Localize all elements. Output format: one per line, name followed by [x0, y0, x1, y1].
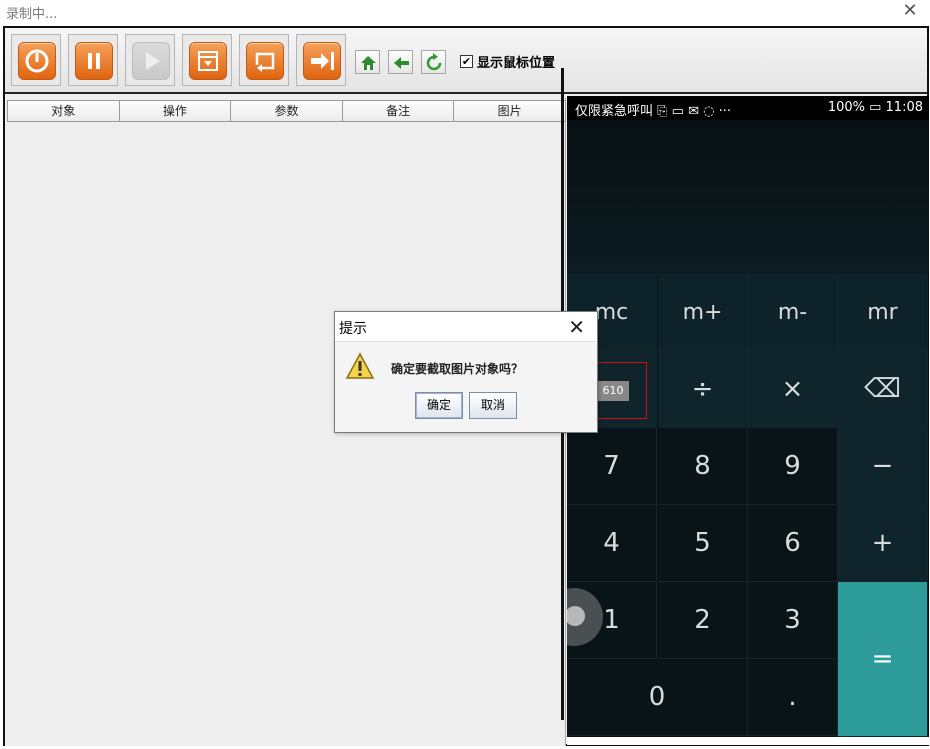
show-mouse-position-checkbox[interactable]: ✔ 显示鼠标位置 — [460, 52, 556, 71]
status-right-text: 100% ▭ 11:08 — [827, 100, 923, 115]
dialog-title: 提示 — [339, 321, 367, 337]
warning-icon — [345, 352, 375, 379]
status-left-text: 仅限紧急呼叫 ⎘ ▭ ✉ ◌ ··· — [575, 104, 731, 119]
show-mouse-position-label: 显示鼠标位置 — [477, 55, 556, 71]
power-button[interactable] — [11, 34, 61, 86]
key-divide[interactable]: ÷ — [658, 351, 748, 428]
key-5[interactable]: 5 — [658, 505, 748, 582]
key-7[interactable]: 7 — [567, 428, 657, 505]
refresh-button[interactable] — [421, 50, 446, 74]
phone-status-bar: 仅限紧急呼叫 ⎘ ▭ ✉ ◌ ··· 100% ▭ 11:08 — [567, 96, 929, 120]
key-equals[interactable]: = — [838, 582, 928, 737]
column-header-image[interactable]: 图片 — [454, 101, 565, 121]
refresh-icon — [426, 53, 442, 71]
phone-bottom-strip — [567, 737, 929, 745]
key-multiply[interactable]: × — [748, 351, 838, 428]
column-header-notes[interactable]: 备注 — [343, 101, 455, 121]
download-icon — [198, 51, 218, 71]
download-button[interactable] — [182, 34, 232, 86]
skip-end-button[interactable] — [296, 34, 346, 86]
loop-button[interactable] — [239, 34, 289, 86]
dialog-message: 确定要截取图片对象吗？ — [391, 362, 524, 376]
pause-icon — [88, 53, 100, 69]
key-6[interactable]: 6 — [748, 505, 838, 582]
key-3[interactable]: 3 — [748, 582, 838, 659]
phone-screen[interactable]: 仅限紧急呼叫 ⎘ ▭ ✉ ◌ ··· 100% ▭ 11:08 mc m+ m-… — [567, 96, 929, 737]
key-minus[interactable]: − — [838, 428, 928, 505]
window-titlebar: 录制中... ✕ — [0, 0, 930, 24]
loop-icon — [255, 52, 275, 72]
key-decimal[interactable]: . — [748, 659, 838, 736]
key-plus[interactable]: + — [838, 505, 928, 582]
window-title: 录制中... — [6, 7, 58, 22]
key-8[interactable]: 8 — [658, 428, 748, 505]
key-m-minus[interactable]: m- — [748, 274, 838, 351]
key-0[interactable]: 0 — [567, 659, 748, 736]
key-9[interactable]: 9 — [748, 428, 838, 505]
key-mr[interactable]: mr — [838, 274, 928, 351]
pause-button[interactable] — [68, 34, 118, 86]
dialog-close-icon[interactable]: ✕ — [568, 315, 585, 339]
skip-end-icon — [311, 52, 334, 70]
table-header: 对象 操作 参数 备注 图片 — [7, 100, 566, 122]
window-close-icon[interactable]: ✕ — [900, 1, 920, 21]
back-arrow-icon — [394, 57, 409, 69]
key-backspace-icon[interactable]: ⌫ — [838, 351, 928, 428]
checkbox-check-icon[interactable]: ✔ — [460, 54, 473, 68]
key-4[interactable]: 4 — [567, 505, 657, 582]
back-button[interactable] — [388, 50, 413, 74]
calculator-keypad: mc m+ m- mr ÷ × ⌫ 7 8 9 − 4 5 6 + 1 2 3 … — [567, 274, 929, 737]
play-button[interactable] — [125, 34, 175, 86]
home-button[interactable] — [355, 50, 380, 74]
confirm-dialog: 提示 ✕ 确定要截取图片对象吗？ 确定 取消 — [334, 311, 598, 433]
column-header-params[interactable]: 参数 — [231, 101, 343, 121]
key-2[interactable]: 2 — [658, 582, 748, 659]
confirm-button[interactable]: 确定 — [415, 392, 463, 419]
column-header-object[interactable]: 对象 — [8, 101, 120, 121]
column-header-operation[interactable]: 操作 — [120, 101, 232, 121]
key-m-plus[interactable]: m+ — [658, 274, 748, 351]
power-icon — [25, 49, 49, 73]
cancel-button[interactable]: 取消 — [469, 392, 517, 419]
calculator-display — [567, 120, 929, 274]
home-icon — [361, 56, 376, 70]
toolbar: ✔ 显示鼠标位置 — [5, 28, 927, 94]
play-icon — [146, 52, 160, 70]
dialog-titlebar: 提示 ✕ — [335, 312, 597, 342]
captured-thumbnail: 610 — [597, 381, 629, 401]
